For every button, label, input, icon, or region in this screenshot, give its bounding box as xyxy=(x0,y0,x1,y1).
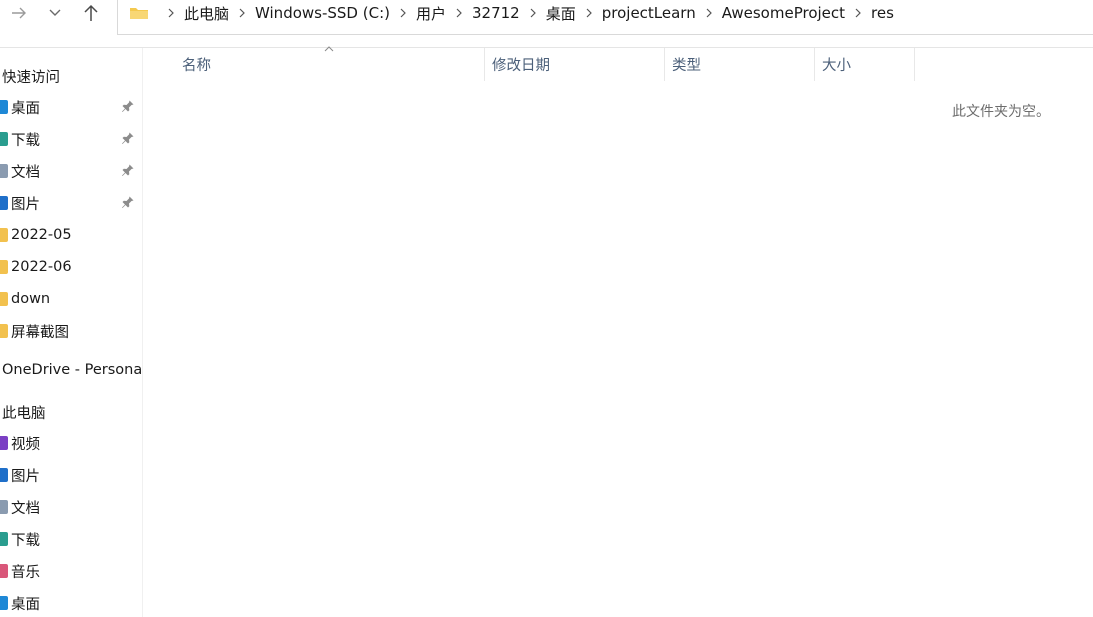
sidebar-item[interactable]: 屏幕截图 xyxy=(0,319,142,343)
chevron-right-icon[interactable] xyxy=(845,8,871,18)
document-icon xyxy=(0,163,10,179)
sidebar-item[interactable]: 图片 xyxy=(0,463,142,487)
sidebar-item-label: 图片 xyxy=(11,196,40,213)
chevron-down-icon xyxy=(49,9,61,16)
pin-icon xyxy=(121,131,135,149)
column-header-date-modified[interactable]: 修改日期 xyxy=(492,48,550,81)
sidebar-item-label: 文档 xyxy=(11,500,40,517)
document-icon xyxy=(0,499,10,515)
column-divider[interactable] xyxy=(484,48,485,81)
breadcrumb: 此电脑 Windows-SSD (C:) 用户 32712 桌面 projectLearn… xyxy=(158,0,894,28)
sidebar-item-label: 屏幕截图 xyxy=(11,324,69,341)
sidebar-item-label: 2022-06 xyxy=(11,259,72,275)
sidebar-item-label: 文档 xyxy=(11,164,40,181)
chevron-right-icon[interactable] xyxy=(520,8,546,18)
pictures-icon xyxy=(0,467,10,483)
sort-ascending-icon xyxy=(324,46,334,52)
chevron-right-icon[interactable] xyxy=(158,8,184,18)
desktop-icon xyxy=(0,99,10,115)
navigation-pane: 快速访问 桌面 下载 文档 图片 2022-05 2022-06 down 屏幕截图 OneDri… xyxy=(0,48,143,617)
sidebar-item[interactable]: 桌面 xyxy=(0,95,142,119)
desktop-icon xyxy=(0,595,10,611)
download-icon xyxy=(0,531,10,547)
column-header-name[interactable]: 名称 xyxy=(182,48,211,81)
sidebar-item[interactable]: 图片 xyxy=(0,191,142,215)
folder-icon xyxy=(0,323,10,339)
arrow-right-icon xyxy=(12,7,26,19)
address-bar[interactable]: 此电脑 Windows-SSD (C:) 用户 32712 桌面 projectLearn… xyxy=(117,0,1093,35)
sidebar-item[interactable]: 视频 xyxy=(0,431,142,455)
sidebar-item-label: 音乐 xyxy=(11,564,40,581)
sidebar-item[interactable]: 文档 xyxy=(0,159,142,183)
quick-access-header[interactable]: 快速访问 xyxy=(2,66,60,87)
video-icon xyxy=(0,435,10,451)
empty-folder-message: 此文件夹为空。 xyxy=(952,104,1050,120)
chevron-right-icon[interactable] xyxy=(696,8,722,18)
sidebar-item[interactable]: 文档 xyxy=(0,495,142,519)
pin-icon xyxy=(121,195,135,213)
chevron-right-icon[interactable] xyxy=(576,8,602,18)
folder-icon xyxy=(0,291,10,307)
breadcrumb-item[interactable]: projectLearn xyxy=(602,4,696,22)
breadcrumb-item[interactable]: Windows-SSD (C:) xyxy=(255,4,390,22)
sidebar-item-label: 2022-05 xyxy=(11,227,72,243)
column-divider[interactable] xyxy=(814,48,815,81)
breadcrumb-item[interactable]: AwesomeProject xyxy=(722,4,845,22)
folder-icon xyxy=(0,227,10,243)
breadcrumb-item[interactable]: 用户 xyxy=(416,3,446,24)
sidebar-item[interactable]: 2022-06 xyxy=(0,255,142,279)
column-header-type[interactable]: 类型 xyxy=(672,48,701,81)
breadcrumb-item[interactable]: 32712 xyxy=(472,4,520,22)
sidebar-item-onedrive[interactable]: OneDrive - Persona xyxy=(2,362,142,378)
navigation-bar: 此电脑 Windows-SSD (C:) 用户 32712 桌面 projectLearn… xyxy=(0,0,1093,48)
up-button[interactable] xyxy=(76,0,106,26)
sidebar-item-label: 桌面 xyxy=(11,596,40,613)
pin-icon xyxy=(121,163,135,181)
column-divider[interactable] xyxy=(914,48,915,81)
chevron-right-icon[interactable] xyxy=(390,8,416,18)
sidebar-item-label: 桌面 xyxy=(11,100,40,117)
breadcrumb-item[interactable]: res xyxy=(871,4,894,22)
sidebar-item[interactable]: 2022-05 xyxy=(0,223,142,247)
folder-icon xyxy=(0,259,10,275)
column-divider[interactable] xyxy=(664,48,665,81)
download-icon xyxy=(0,131,10,147)
pictures-icon xyxy=(0,195,10,211)
sidebar-item-label: down xyxy=(11,291,51,307)
music-icon xyxy=(0,563,10,579)
recent-locations-button[interactable] xyxy=(40,0,70,26)
sidebar-item[interactable]: 下载 xyxy=(0,127,142,151)
breadcrumb-item[interactable]: 此电脑 xyxy=(184,3,229,24)
sidebar-item-label: 下载 xyxy=(11,532,40,549)
folder-icon xyxy=(130,8,148,19)
sidebar-item-label: 图片 xyxy=(11,468,40,485)
sidebar-item[interactable]: 音乐 xyxy=(0,559,142,583)
sidebar-item-label: 视频 xyxy=(11,436,40,453)
arrow-up-icon xyxy=(84,4,98,21)
file-list: 名称 修改日期 类型 大小 此文件夹为空。 xyxy=(144,46,1093,617)
this-pc-header[interactable]: 此电脑 xyxy=(2,402,46,423)
chevron-right-icon[interactable] xyxy=(229,8,255,18)
back-button[interactable] xyxy=(4,0,34,26)
breadcrumb-item[interactable]: 桌面 xyxy=(546,3,576,24)
sidebar-item[interactable]: down xyxy=(0,287,142,311)
sidebar-item-label: 下载 xyxy=(11,132,40,149)
sidebar-item[interactable]: 下载 xyxy=(0,527,142,551)
sidebar-item[interactable]: 桌面 xyxy=(0,591,142,615)
column-header-size[interactable]: 大小 xyxy=(822,48,851,81)
pin-icon xyxy=(121,99,135,117)
chevron-right-icon[interactable] xyxy=(446,8,472,18)
